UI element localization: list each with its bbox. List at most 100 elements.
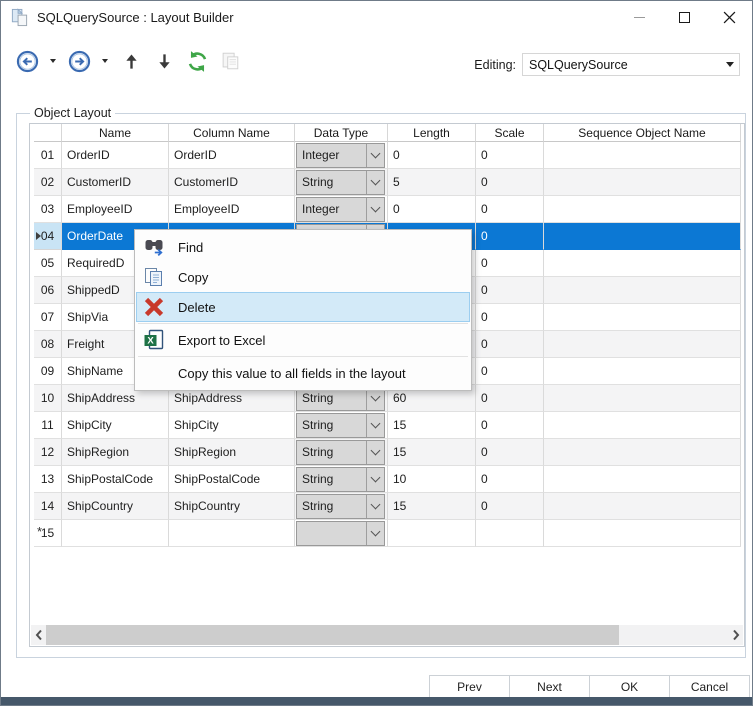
grid-cell-column-name[interactable]: EmployeeID xyxy=(169,196,295,223)
grid-cell-sequence-object-name[interactable] xyxy=(544,439,741,466)
scrollbar-track[interactable] xyxy=(46,625,728,645)
table-row[interactable]: 03 EmployeeID EmployeeID Integer 0 0 xyxy=(34,196,741,223)
grid-cell-sequence-object-name[interactable] xyxy=(544,223,741,250)
menu-item-copy-this-value[interactable]: Copy this value to all fields in the lay… xyxy=(136,358,470,388)
grid-cell-scale[interactable]: 0 xyxy=(476,277,544,304)
row-header[interactable]: 11 xyxy=(34,412,62,439)
row-header[interactable]: 07 xyxy=(34,304,62,331)
table-row[interactable]: * 15 xyxy=(34,520,741,547)
table-row[interactable]: 02 CustomerID CustomerID String 5 0 xyxy=(34,169,741,196)
table-row[interactable]: 01 OrderID OrderID Integer 0 0 xyxy=(34,142,741,169)
grid-cell-data-type[interactable]: String xyxy=(295,412,388,439)
chevron-right-icon[interactable] xyxy=(728,625,743,645)
data-type-dropdown[interactable]: Integer xyxy=(296,142,385,168)
row-header[interactable]: 06 xyxy=(34,277,62,304)
table-row[interactable]: 12 ShipRegion ShipRegion String 15 0 xyxy=(34,439,741,466)
grid-cell-length[interactable]: 10 xyxy=(388,466,476,493)
grid-cell-sequence-object-name[interactable] xyxy=(544,520,741,547)
column-header-sequence-object-name[interactable]: Sequence Object Name xyxy=(544,124,741,142)
data-type-dropdown[interactable]: String xyxy=(296,169,385,195)
data-type-dropdown[interactable]: String xyxy=(296,466,385,492)
chevron-left-icon[interactable] xyxy=(31,625,46,645)
close-button[interactable] xyxy=(707,1,752,34)
menu-item-delete[interactable]: Delete xyxy=(136,292,470,322)
grid-cell-scale[interactable]: 0 xyxy=(476,412,544,439)
back-dropdown-icon[interactable] xyxy=(48,59,57,63)
grid-cell-sequence-object-name[interactable] xyxy=(544,412,741,439)
grid-cell-length[interactable]: 15 xyxy=(388,412,476,439)
grid-cell-sequence-object-name[interactable] xyxy=(544,142,741,169)
column-header-row-header[interactable] xyxy=(34,124,62,142)
grid-cell-data-type[interactable]: String xyxy=(295,439,388,466)
data-type-dropdown[interactable]: String xyxy=(296,412,385,438)
grid-cell-length[interactable]: 15 xyxy=(388,493,476,520)
column-header-data-type[interactable]: Data Type xyxy=(295,124,388,142)
grid-cell-scale[interactable]: 0 xyxy=(476,358,544,385)
grid-cell-scale[interactable]: 0 xyxy=(476,169,544,196)
row-header[interactable]: 04 xyxy=(34,223,62,250)
table-row[interactable]: 13 ShipPostalCode ShipPostalCode String 10 0 xyxy=(34,466,741,493)
chevron-down-icon[interactable] xyxy=(721,54,739,75)
row-header[interactable]: 09 xyxy=(34,358,62,385)
grid-cell-sequence-object-name[interactable] xyxy=(544,250,741,277)
row-header[interactable]: 13 xyxy=(34,466,62,493)
grid-cell-length[interactable]: 15 xyxy=(388,439,476,466)
column-header-scale[interactable]: Scale xyxy=(476,124,544,142)
column-header-column-name[interactable]: Column Name xyxy=(169,124,295,142)
grid-cell-data-type[interactable]: String xyxy=(295,493,388,520)
chevron-down-icon[interactable] xyxy=(366,521,384,545)
data-type-dropdown[interactable] xyxy=(296,520,385,546)
scrollbar-thumb[interactable] xyxy=(46,625,619,645)
grid-cell-sequence-object-name[interactable] xyxy=(544,304,741,331)
grid-cell-length[interactable] xyxy=(388,520,476,547)
grid-cell-column-name[interactable]: CustomerID xyxy=(169,169,295,196)
table-row[interactable]: 14 ShipCountry ShipCountry String 15 0 xyxy=(34,493,741,520)
grid-cell-column-name[interactable]: ShipCity xyxy=(169,412,295,439)
row-header[interactable]: 01 xyxy=(34,142,62,169)
grid-cell-column-name[interactable]: ShipCountry xyxy=(169,493,295,520)
row-header[interactable]: 02 xyxy=(34,169,62,196)
grid-cell-sequence-object-name[interactable] xyxy=(544,169,741,196)
chevron-down-icon[interactable] xyxy=(366,143,384,167)
grid-cell-sequence-object-name[interactable] xyxy=(544,277,741,304)
maximize-button[interactable] xyxy=(662,1,707,34)
back-icon[interactable] xyxy=(15,49,39,73)
grid-cell-name[interactable]: EmployeeID xyxy=(62,196,169,223)
grid-cell-column-name[interactable]: ShipPostalCode xyxy=(169,466,295,493)
chevron-down-icon[interactable] xyxy=(366,197,384,221)
grid-cell-scale[interactable]: 0 xyxy=(476,304,544,331)
row-header[interactable]: 14 xyxy=(34,493,62,520)
column-header-name[interactable]: Name xyxy=(62,124,169,142)
prev-button[interactable]: Prev xyxy=(429,675,510,699)
grid-cell-data-type[interactable]: Integer xyxy=(295,196,388,223)
refresh-icon[interactable] xyxy=(185,49,209,73)
grid-cell-scale[interactable]: 0 xyxy=(476,385,544,412)
grid-cell-length[interactable]: 5 xyxy=(388,169,476,196)
ok-button[interactable]: OK xyxy=(589,675,670,699)
grid-cell-scale[interactable]: 0 xyxy=(476,439,544,466)
grid-cell-scale[interactable]: 0 xyxy=(476,196,544,223)
grid-cell-column-name[interactable] xyxy=(169,520,295,547)
grid-cell-data-type[interactable]: String xyxy=(295,466,388,493)
forward-dropdown-icon[interactable] xyxy=(100,59,109,63)
grid-cell-scale[interactable]: 0 xyxy=(476,331,544,358)
grid-cell-data-type[interactable]: String xyxy=(295,169,388,196)
grid-cell-name[interactable]: CustomerID xyxy=(62,169,169,196)
chevron-down-icon[interactable] xyxy=(366,440,384,464)
data-type-dropdown[interactable]: String xyxy=(296,493,385,519)
grid-cell-scale[interactable] xyxy=(476,520,544,547)
grid-cell-name[interactable]: ShipCountry xyxy=(62,493,169,520)
menu-item-copy[interactable]: Copy xyxy=(136,262,470,292)
grid-cell-scale[interactable]: 0 xyxy=(476,223,544,250)
menu-item-find[interactable]: Find xyxy=(136,232,470,262)
column-header-length[interactable]: Length xyxy=(388,124,476,142)
move-down-icon[interactable] xyxy=(152,49,176,73)
grid-cell-scale[interactable]: 0 xyxy=(476,250,544,277)
row-header[interactable]: 08 xyxy=(34,331,62,358)
chevron-down-icon[interactable] xyxy=(366,170,384,194)
row-header[interactable]: * 15 xyxy=(34,520,62,547)
next-button[interactable]: Next xyxy=(509,675,590,699)
grid-cell-sequence-object-name[interactable] xyxy=(544,466,741,493)
grid-cell-sequence-object-name[interactable] xyxy=(544,358,741,385)
cancel-button[interactable]: Cancel xyxy=(669,675,750,699)
